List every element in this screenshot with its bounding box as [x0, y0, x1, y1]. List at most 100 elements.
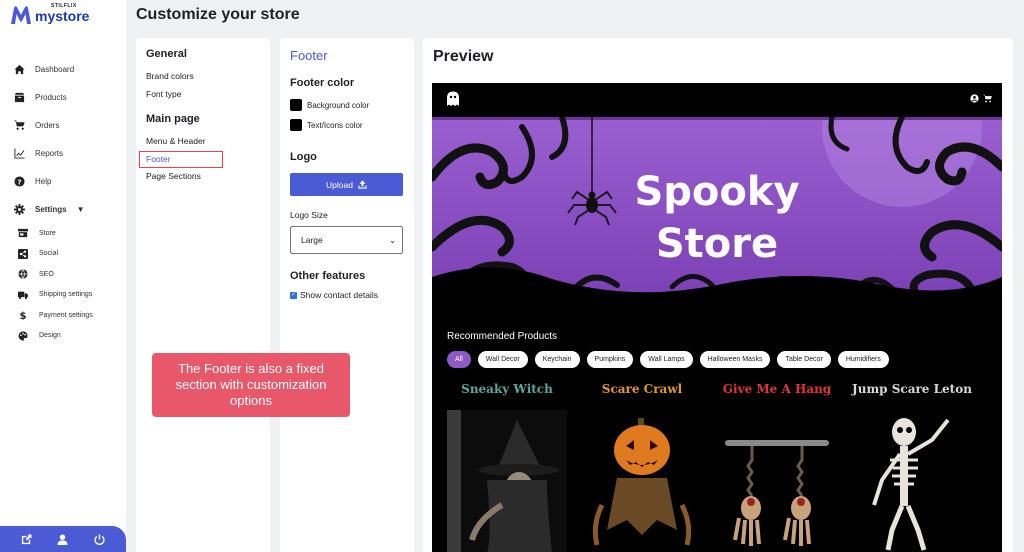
- power-icon[interactable]: [94, 533, 105, 545]
- sidebar-item-seo[interactable]: SEO: [18, 264, 124, 285]
- sidebar-item-settings[interactable]: Settings ▼: [14, 195, 124, 223]
- sidebar-item-label: Orders: [35, 120, 60, 130]
- upload-button[interactable]: Upload: [290, 173, 403, 196]
- font-type-link[interactable]: Font type: [146, 86, 260, 104]
- menu-header-link[interactable]: Menu & Header: [146, 133, 260, 151]
- preview-panel: Preview Spooky Store Recommended Product…: [423, 38, 1013, 552]
- hero-title-line2: Store: [656, 221, 778, 267]
- sidebar-item-orders[interactable]: Orders: [14, 111, 124, 139]
- home-icon: [14, 64, 25, 74]
- product-card[interactable]: Give Me A Hang: [717, 380, 837, 552]
- sidebar-item-label: Shipping settings: [39, 291, 93, 299]
- filter-chip-halloween-masks[interactable]: Halloween Masks: [699, 351, 771, 368]
- logo-heading: Logo: [290, 151, 317, 163]
- dollar-icon: $: [20, 311, 27, 320]
- globe-icon: [18, 269, 28, 280]
- sidebar-item-social[interactable]: Social: [18, 244, 124, 265]
- recommended-title: Recommended Products: [447, 331, 558, 342]
- sidebar-item-label: SEO: [39, 270, 54, 278]
- gear-icon: [14, 203, 25, 215]
- store-preview: Spooky Store Recommended Products All Wa…: [432, 83, 1002, 552]
- palette-icon: [18, 331, 28, 341]
- product-card[interactable]: Sneaky Witch: [447, 380, 567, 552]
- footer-settings-panel: Footer Footer color Background color Tex…: [280, 38, 414, 552]
- tutorial-callout: The Footer is also a fixed section with …: [152, 353, 350, 417]
- sidebar-item-design[interactable]: Design: [18, 326, 124, 347]
- logo-mark-icon: [11, 6, 31, 24]
- account-icon[interactable]: [970, 94, 979, 103]
- svg-text:$: $: [20, 311, 27, 320]
- sidebar-item-reports[interactable]: Reports: [14, 139, 124, 167]
- filter-chip-all[interactable]: All: [447, 351, 471, 368]
- witch-figure-image: [447, 410, 567, 552]
- help-icon: ?: [14, 175, 25, 187]
- sidebar-item-label: Social: [39, 250, 59, 258]
- cart-icon[interactable]: [983, 94, 992, 103]
- upload-icon: [358, 180, 367, 189]
- hero-banner: Spooky Store: [432, 117, 1002, 307]
- preview-title: Preview: [433, 48, 494, 65]
- sidebar-item-label: Design: [39, 332, 61, 340]
- svg-text:?: ?: [17, 177, 21, 186]
- text-color-picker[interactable]: Text/Icons color: [290, 119, 404, 131]
- sidebar: STILFLIX mystore Dashboard Products Orde…: [0, 0, 126, 552]
- brand-logo[interactable]: STILFLIX mystore: [10, 4, 89, 25]
- hero-title-line1: Spooky: [634, 169, 799, 215]
- footer-color-heading: Footer color: [290, 77, 355, 89]
- logo-size-select[interactable]: Large ⌄: [290, 226, 403, 254]
- external-link-icon[interactable]: [21, 533, 32, 545]
- sidebar-item-products[interactable]: Products: [14, 83, 124, 111]
- filter-chip-pumpkins[interactable]: Pumpkins: [586, 351, 634, 368]
- chart-icon: [14, 147, 25, 159]
- sidebar-item-store[interactable]: Store: [18, 223, 124, 244]
- filter-chip-wall-decor[interactable]: Wall Decor: [477, 351, 528, 368]
- sidebar-item-label: Products: [35, 92, 67, 102]
- product-card[interactable]: Jump Scare Leton: [852, 380, 972, 552]
- store-header: [432, 83, 1002, 117]
- sidebar-item-label: Payment settings: [39, 311, 93, 319]
- user-icon[interactable]: [57, 533, 69, 545]
- general-heading: General: [146, 48, 187, 60]
- footer-link[interactable]: Footer: [139, 150, 223, 168]
- ghost-logo-icon[interactable]: [446, 91, 460, 107]
- background-color-swatch[interactable]: [290, 99, 302, 111]
- sidebar-item-label: Help: [35, 176, 52, 186]
- caret-down-icon: ▼: [76, 204, 85, 214]
- brand-name: mystore: [35, 8, 90, 24]
- sidebar-item-label: Settings: [35, 204, 67, 214]
- product-name: Scare Crawl: [601, 382, 683, 396]
- store-header-icons: [970, 94, 992, 103]
- background-color-label: Background color: [307, 100, 370, 110]
- sidebar-item-payment[interactable]: $ Payment settings: [18, 305, 124, 326]
- customize-menu-panel: General Brand colors Font type Main page…: [136, 38, 270, 552]
- category-filters: All Wall Decor Keychain Pumpkins Wall La…: [447, 351, 889, 368]
- main-page-heading: Main page: [146, 113, 200, 125]
- sidebar-item-help[interactable]: ? Help: [14, 167, 124, 195]
- sidebar-item-dashboard[interactable]: Dashboard: [14, 55, 124, 83]
- chevron-down-icon: ⌄: [389, 235, 396, 245]
- filter-chip-table-decor[interactable]: Table Decor: [777, 351, 831, 368]
- sidebar-item-shipping[interactable]: Shipping settings: [18, 285, 124, 306]
- box-icon: [14, 92, 25, 102]
- filter-chip-keychain[interactable]: Keychain: [534, 351, 580, 368]
- product-name: Sneaky Witch: [461, 382, 553, 396]
- settings-subnav: Store Social SEO Shipping settings $ Pay…: [18, 223, 124, 346]
- page-sections-link[interactable]: Page Sections: [146, 168, 260, 186]
- filter-chip-wall-lamps[interactable]: Wall Lamps: [640, 351, 693, 368]
- show-contact-checkbox[interactable]: ✓: [290, 291, 297, 299]
- brand-colors-link[interactable]: Brand colors: [146, 68, 260, 86]
- filter-chip-humidifiers[interactable]: Humidifiers: [837, 351, 889, 368]
- text-color-swatch[interactable]: [290, 119, 302, 131]
- skeleton-figure-image: [852, 410, 972, 552]
- other-features-heading: Other features: [290, 270, 366, 282]
- background-color-picker[interactable]: Background color: [290, 99, 404, 111]
- logo-size-label: Logo Size: [290, 210, 328, 220]
- sidebar-item-label: Reports: [35, 148, 64, 158]
- upload-label: Upload: [326, 179, 353, 190]
- show-contact-label: Show contact details: [300, 290, 378, 300]
- product-grid: Sneaky Witch Scare Crawl Give Me A Hang …: [447, 380, 987, 552]
- show-contact-checkbox-row[interactable]: ✓ Show contact details: [290, 290, 404, 300]
- product-card[interactable]: Scare Crawl: [582, 380, 702, 552]
- sidebar-item-label: Store: [39, 229, 56, 237]
- share-icon: [18, 248, 28, 259]
